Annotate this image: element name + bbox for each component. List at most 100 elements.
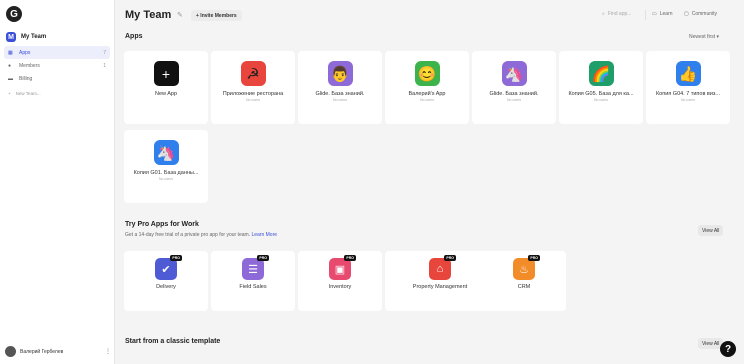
app-name: Копия G01. База данны... (133, 170, 199, 176)
app-name: Копия G04. 7 типов виз... (655, 91, 721, 97)
pro-app-card[interactable]: ♨ PRO CRM (482, 251, 566, 311)
app-card[interactable]: 🦄 Копия G01. База данны... No users (124, 130, 208, 203)
app-card[interactable]: 👍 Копия G04. 7 типов виз... No users (646, 51, 730, 124)
pro-badge: PRO (344, 255, 356, 261)
user-profile[interactable]: Валерий Гербелев ⋮ (5, 346, 111, 357)
search-input[interactable]: ⌕ Find app... (602, 11, 631, 17)
app-card[interactable]: ☭ Приложение ресторана No users (211, 51, 295, 124)
plus-icon: + (153, 61, 179, 86)
app-icon: 🌈 (588, 61, 614, 86)
app-card[interactable]: 🌈 Копия G05. База для ка... No users (559, 51, 643, 124)
grid-icon: ▦ (8, 49, 13, 56)
learn-more-link[interactable]: Learn More (251, 232, 277, 238)
glide-logo[interactable]: G (6, 6, 22, 22)
app-name: Копия G05. База для ка... (568, 91, 634, 97)
app-users: No users (419, 98, 434, 102)
new-app-card[interactable]: + New App (124, 51, 208, 124)
search-placeholder: Find app... (607, 11, 632, 17)
people-icon: ● (8, 62, 12, 69)
team-badge: M (6, 32, 16, 42)
check-shield-icon: ✔ PRO (155, 255, 182, 280)
page-title: My Team (125, 9, 172, 21)
pro-app-card[interactable]: ✔ PRO Delivery (124, 251, 208, 311)
sort-dropdown[interactable]: Newest first ▾ (689, 34, 719, 40)
community-link[interactable]: ▢ Community (684, 11, 717, 17)
search-icon: ⌕ (602, 11, 605, 17)
app-icon: 🦄 (501, 61, 527, 86)
more-options-icon[interactable]: ⋮ (105, 348, 111, 355)
chat-icon: ▢ (684, 11, 689, 17)
app-users: No users (332, 98, 347, 102)
pro-badge: PRO (444, 255, 456, 261)
house-icon: ⌂ PRO (429, 255, 456, 280)
pro-app-card[interactable]: ⌂ PRO Property Management (385, 251, 495, 311)
pro-glyph: ▣ (334, 263, 346, 276)
pro-glyph: ☰ (248, 263, 258, 276)
pro-view-all-button[interactable]: View All (698, 225, 724, 236)
pro-subtitle: Get a 14-day free trial of a private pro… (125, 232, 277, 238)
database-icon: ☰ PRO (242, 255, 269, 280)
plus-icon: + (8, 91, 11, 96)
app-card[interactable]: 👨 Glide. База знаний. No users (298, 51, 382, 124)
team-switcher[interactable]: M My Team (6, 32, 46, 42)
pro-glyph: ♨ (519, 263, 529, 276)
pro-app-name: Inventory (328, 284, 352, 290)
app-users: No users (506, 98, 521, 102)
header: My Team ✎ + Invite Members ⌕ Find app...… (116, 0, 744, 30)
app-users: No users (158, 177, 173, 181)
app-icon: 👨 (327, 61, 353, 86)
app-card[interactable]: 🦄 Glide. База знаний. No users (472, 51, 556, 124)
app-card[interactable]: 😊 Валерий's App No users (385, 51, 469, 124)
app-name: Валерий's App (408, 91, 446, 97)
app-icon: ☭ (240, 61, 266, 86)
sidebar-item-billing[interactable]: ▬ Billing (4, 72, 110, 85)
app-users: No users (680, 98, 695, 102)
new-app-label: New App (154, 91, 177, 97)
sidebar-item-members[interactable]: ● Members 1 (4, 59, 110, 72)
app-users: No users (245, 98, 260, 102)
book-icon: ▭ (652, 11, 657, 17)
apps-section-title: Apps (125, 33, 143, 40)
pro-app-name: CRM (517, 284, 531, 290)
sidebar-item-label: Billing (19, 75, 33, 82)
divider (645, 10, 646, 20)
pro-app-name: Delivery (156, 284, 176, 290)
flame-icon: ♨ PRO (513, 255, 540, 280)
help-button[interactable]: ? (720, 341, 736, 357)
sidebar-item-label: Members (19, 62, 40, 69)
learn-link[interactable]: ▭ Learn (652, 11, 673, 17)
app-icon: 🦄 (153, 140, 179, 165)
pro-glyph: ⌂ (436, 263, 444, 275)
sort-label: Newest first (689, 34, 716, 40)
learn-label: Learn (659, 11, 673, 17)
pro-app-name: Property Management (412, 284, 468, 290)
new-team-label: New Team... (15, 91, 41, 96)
invite-members-button[interactable]: + Invite Members (191, 10, 242, 21)
pro-subtitle-text: Get a 14-day free trial of a private pro… (125, 232, 251, 238)
templates-section-title: Start from a classic template (125, 338, 221, 345)
sidebar: G M My Team ▦ Apps 7 ● Members 1 ▬ Billi… (0, 0, 115, 364)
pro-badge: PRO (170, 255, 182, 261)
card-icon: ▬ (8, 75, 13, 82)
team-name: My Team (21, 34, 47, 40)
app-name: Glide. База знаний. (315, 91, 365, 97)
sidebar-item-count: 1 (103, 62, 106, 69)
app-users: No users (593, 98, 608, 102)
pro-badge: PRO (257, 255, 269, 261)
app-name: Приложение ресторана (222, 91, 284, 97)
pro-app-card[interactable]: ☰ PRO Field Sales (211, 251, 295, 311)
app-icon: 😊 (414, 61, 440, 86)
sidebar-item-label: Apps (19, 49, 31, 56)
community-label: Community (691, 11, 718, 17)
sidebar-nav: ▦ Apps 7 ● Members 1 ▬ Billing (4, 46, 110, 85)
pro-app-card[interactable]: ▣ PRO Inventory (298, 251, 382, 311)
new-team-button[interactable]: + New Team... (8, 91, 41, 96)
pro-section-title: Try Pro Apps for Work (125, 221, 199, 228)
app-icon: 👍 (675, 61, 701, 86)
sidebar-item-count: 7 (103, 49, 106, 56)
pro-app-name: Field Sales (239, 284, 267, 290)
sidebar-item-apps[interactable]: ▦ Apps 7 (4, 46, 110, 59)
avatar (5, 346, 16, 357)
edit-icon[interactable]: ✎ (177, 11, 183, 19)
pro-badge: PRO (528, 255, 540, 261)
